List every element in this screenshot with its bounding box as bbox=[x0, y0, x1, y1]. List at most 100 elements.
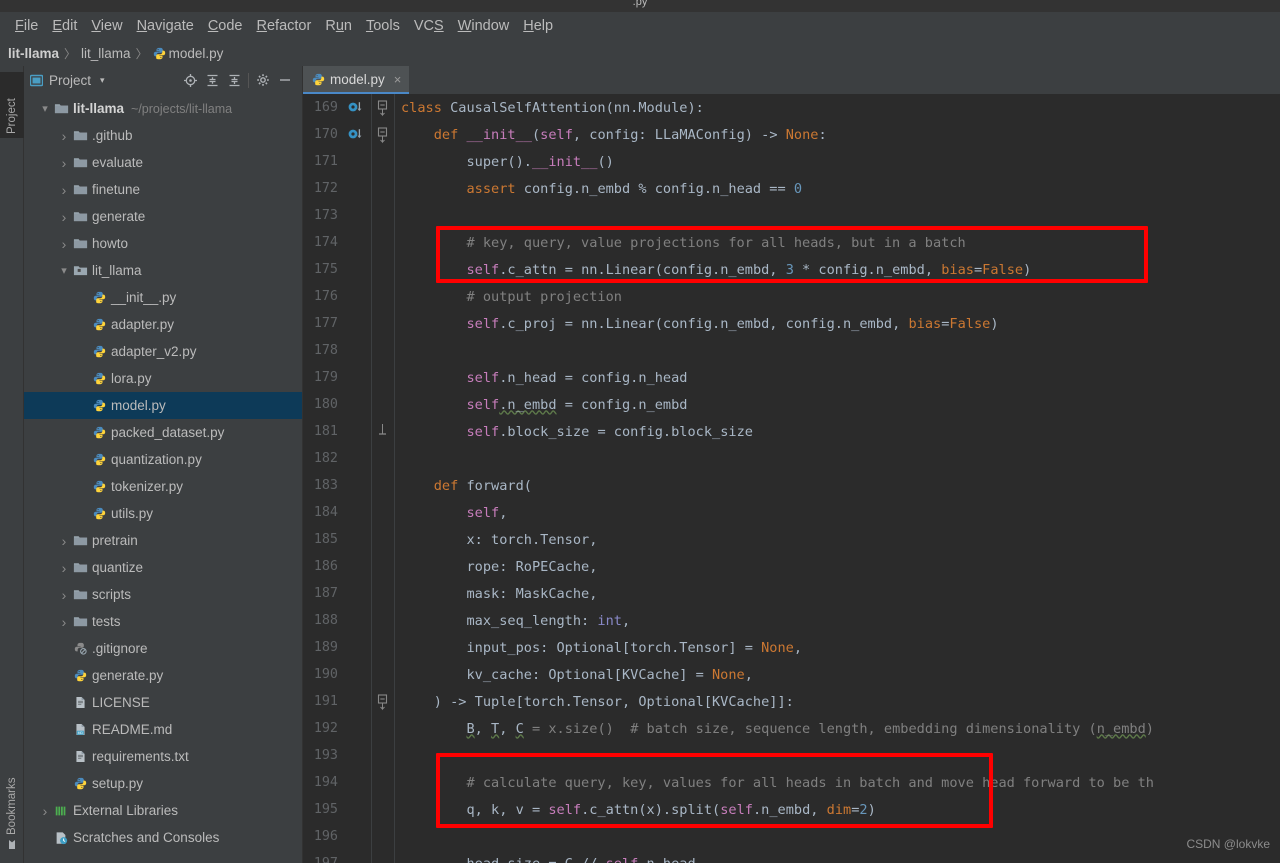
code-line[interactable]: 185 x: torch.Tensor, bbox=[303, 526, 1280, 553]
code-line[interactable]: 184 self, bbox=[303, 499, 1280, 526]
breadcrumb-item-lit-llama[interactable]: lit_llama bbox=[81, 46, 131, 61]
menu-edit[interactable]: Edit bbox=[45, 16, 84, 36]
menu-file[interactable]: File bbox=[8, 16, 45, 36]
chevron-down-icon[interactable]: ▾ bbox=[100, 75, 105, 86]
menu-run[interactable]: Run bbox=[318, 16, 359, 36]
code-line[interactable]: 191 ) -> Tuple[torch.Tensor, Optional[KV… bbox=[303, 688, 1280, 715]
code-editor[interactable]: 169 class CausalSelfAttention(nn.Module):… bbox=[303, 94, 1280, 863]
code-line[interactable]: 175 self.c_attn = nn.Linear(config.n_emb… bbox=[303, 256, 1280, 283]
editor-tab-model-py[interactable]: model.py × bbox=[303, 66, 410, 94]
fold-handle-icon[interactable] bbox=[371, 125, 393, 145]
locate-icon[interactable] bbox=[179, 69, 201, 91]
fold-handle-icon[interactable] bbox=[371, 422, 393, 442]
tree-item[interactable]: adapter_v2.py bbox=[24, 338, 302, 365]
override-method-icon[interactable] bbox=[345, 100, 371, 115]
menu-navigate[interactable]: Navigate bbox=[130, 16, 201, 36]
code-line[interactable]: 182 bbox=[303, 445, 1280, 472]
code-lines[interactable]: 169 class CausalSelfAttention(nn.Module):… bbox=[303, 94, 1280, 863]
tree-item[interactable]: Scratches and Consoles bbox=[24, 824, 302, 851]
chevron-right-icon[interactable]: › bbox=[57, 533, 71, 549]
tree-item[interactable]: tokenizer.py bbox=[24, 473, 302, 500]
fold-handle-icon[interactable] bbox=[371, 98, 393, 118]
fold-handle-icon[interactable] bbox=[371, 692, 393, 712]
tool-window-button-project[interactable]: Project bbox=[0, 72, 24, 138]
code-line[interactable]: 187 mask: MaskCache, bbox=[303, 580, 1280, 607]
tree-item[interactable]: utils.py bbox=[24, 500, 302, 527]
code-line[interactable]: 192 B, T, C = x.size() # batch size, seq… bbox=[303, 715, 1280, 742]
tree-item[interactable]: › tests bbox=[24, 608, 302, 635]
tree-item[interactable]: requirements.txt bbox=[24, 743, 302, 770]
tree-item[interactable]: packed_dataset.py bbox=[24, 419, 302, 446]
expand-all-icon[interactable] bbox=[201, 69, 223, 91]
tree-item[interactable]: setup.py bbox=[24, 770, 302, 797]
menu-code[interactable]: Code bbox=[201, 16, 250, 36]
code-line[interactable]: 179 self.n_head = config.n_head bbox=[303, 364, 1280, 391]
tree-item[interactable]: adapter.py bbox=[24, 311, 302, 338]
tree-item[interactable]: ▾ lit_llama bbox=[24, 257, 302, 284]
tree-item[interactable]: › evaluate bbox=[24, 149, 302, 176]
tree-item[interactable]: .gitignore bbox=[24, 635, 302, 662]
chevron-right-icon[interactable]: › bbox=[57, 236, 71, 252]
code-line[interactable]: 172 assert config.n_embd % config.n_head… bbox=[303, 175, 1280, 202]
code-line[interactable]: 195 q, k, v = self.c_attn(x).split(self.… bbox=[303, 796, 1280, 823]
tree-item[interactable]: __init__.py bbox=[24, 284, 302, 311]
breadcrumb-item-lit-llama[interactable]: lit-llama bbox=[8, 46, 59, 61]
chevron-right-icon[interactable]: › bbox=[57, 560, 71, 576]
code-line[interactable]: 181 self.block_size = config.block_size bbox=[303, 418, 1280, 445]
code-line[interactable]: 190 kv_cache: Optional[KVCache] = None, bbox=[303, 661, 1280, 688]
chevron-right-icon[interactable]: › bbox=[57, 587, 71, 603]
tree-item[interactable]: › quantize bbox=[24, 554, 302, 581]
tree-item[interactable]: › generate bbox=[24, 203, 302, 230]
code-line[interactable]: 196 bbox=[303, 823, 1280, 850]
menu-window[interactable]: Window bbox=[451, 16, 517, 36]
menu-tools[interactable]: Tools bbox=[359, 16, 407, 36]
code-line[interactable]: 197 head_size = C // self.n_head bbox=[303, 850, 1280, 863]
tree-item[interactable]: generate.py bbox=[24, 662, 302, 689]
tree-item[interactable]: lora.py bbox=[24, 365, 302, 392]
tree-item[interactable]: quantization.py bbox=[24, 446, 302, 473]
chevron-down-icon[interactable]: ▾ bbox=[38, 102, 52, 115]
chevron-right-icon[interactable]: › bbox=[57, 614, 71, 630]
close-icon[interactable]: × bbox=[394, 72, 402, 87]
tree-item-selected[interactable]: model.py bbox=[24, 392, 302, 419]
collapse-all-icon[interactable] bbox=[223, 69, 245, 91]
code-line[interactable]: 169 class CausalSelfAttention(nn.Module): bbox=[303, 94, 1280, 121]
code-line[interactable]: 186 rope: RoPECache, bbox=[303, 553, 1280, 580]
menu-refactor[interactable]: Refactor bbox=[250, 16, 319, 36]
gear-icon[interactable] bbox=[252, 69, 274, 91]
tree-item[interactable]: › finetune bbox=[24, 176, 302, 203]
chevron-down-icon[interactable]: ▾ bbox=[57, 264, 71, 277]
menu-view[interactable]: View bbox=[84, 16, 129, 36]
tree-item[interactable]: › pretrain bbox=[24, 527, 302, 554]
code-line[interactable]: 189 input_pos: Optional[torch.Tensor] = … bbox=[303, 634, 1280, 661]
menu-vcs[interactable]: VCS bbox=[407, 16, 451, 36]
code-line[interactable]: 170 def __init__(self, config: LLaMAConf… bbox=[303, 121, 1280, 148]
code-line[interactable]: 174 # key, query, value projections for … bbox=[303, 229, 1280, 256]
code-line[interactable]: 178 bbox=[303, 337, 1280, 364]
chevron-right-icon[interactable]: › bbox=[57, 182, 71, 198]
code-line[interactable]: 173 bbox=[303, 202, 1280, 229]
tree-item[interactable]: › .github bbox=[24, 122, 302, 149]
tree-item[interactable]: LICENSE bbox=[24, 689, 302, 716]
code-line[interactable]: 188 max_seq_length: int, bbox=[303, 607, 1280, 634]
code-line[interactable]: 180 self.n_embd = config.n_embd bbox=[303, 391, 1280, 418]
code-line[interactable]: 194 # calculate query, key, values for a… bbox=[303, 769, 1280, 796]
menu-help[interactable]: Help bbox=[516, 16, 560, 36]
tool-window-button-bookmarks[interactable]: Bookmarks bbox=[0, 756, 24, 854]
code-line[interactable]: 193 bbox=[303, 742, 1280, 769]
chevron-right-icon[interactable]: › bbox=[38, 803, 52, 819]
tree-item[interactable]: › scripts bbox=[24, 581, 302, 608]
hide-icon[interactable] bbox=[274, 69, 296, 91]
tool-window-button-structure[interactable]: Structure bbox=[0, 856, 24, 863]
tree-item[interactable]: › External Libraries bbox=[24, 797, 302, 824]
project-file-tree[interactable]: ▾ lit-llama ~/projects/lit-llama › .github › e… bbox=[24, 94, 302, 863]
chevron-right-icon[interactable]: › bbox=[57, 209, 71, 225]
tree-item[interactable]: MD README.md bbox=[24, 716, 302, 743]
code-line[interactable]: 171 super().__init__() bbox=[303, 148, 1280, 175]
code-line[interactable]: 177 self.c_proj = nn.Linear(config.n_emb… bbox=[303, 310, 1280, 337]
code-line[interactable]: 176 # output projection bbox=[303, 283, 1280, 310]
breadcrumb-item-model-py[interactable]: model.py bbox=[153, 46, 223, 61]
code-line[interactable]: 183 def forward( bbox=[303, 472, 1280, 499]
chevron-right-icon[interactable]: › bbox=[57, 155, 71, 171]
tree-item[interactable]: › howto bbox=[24, 230, 302, 257]
